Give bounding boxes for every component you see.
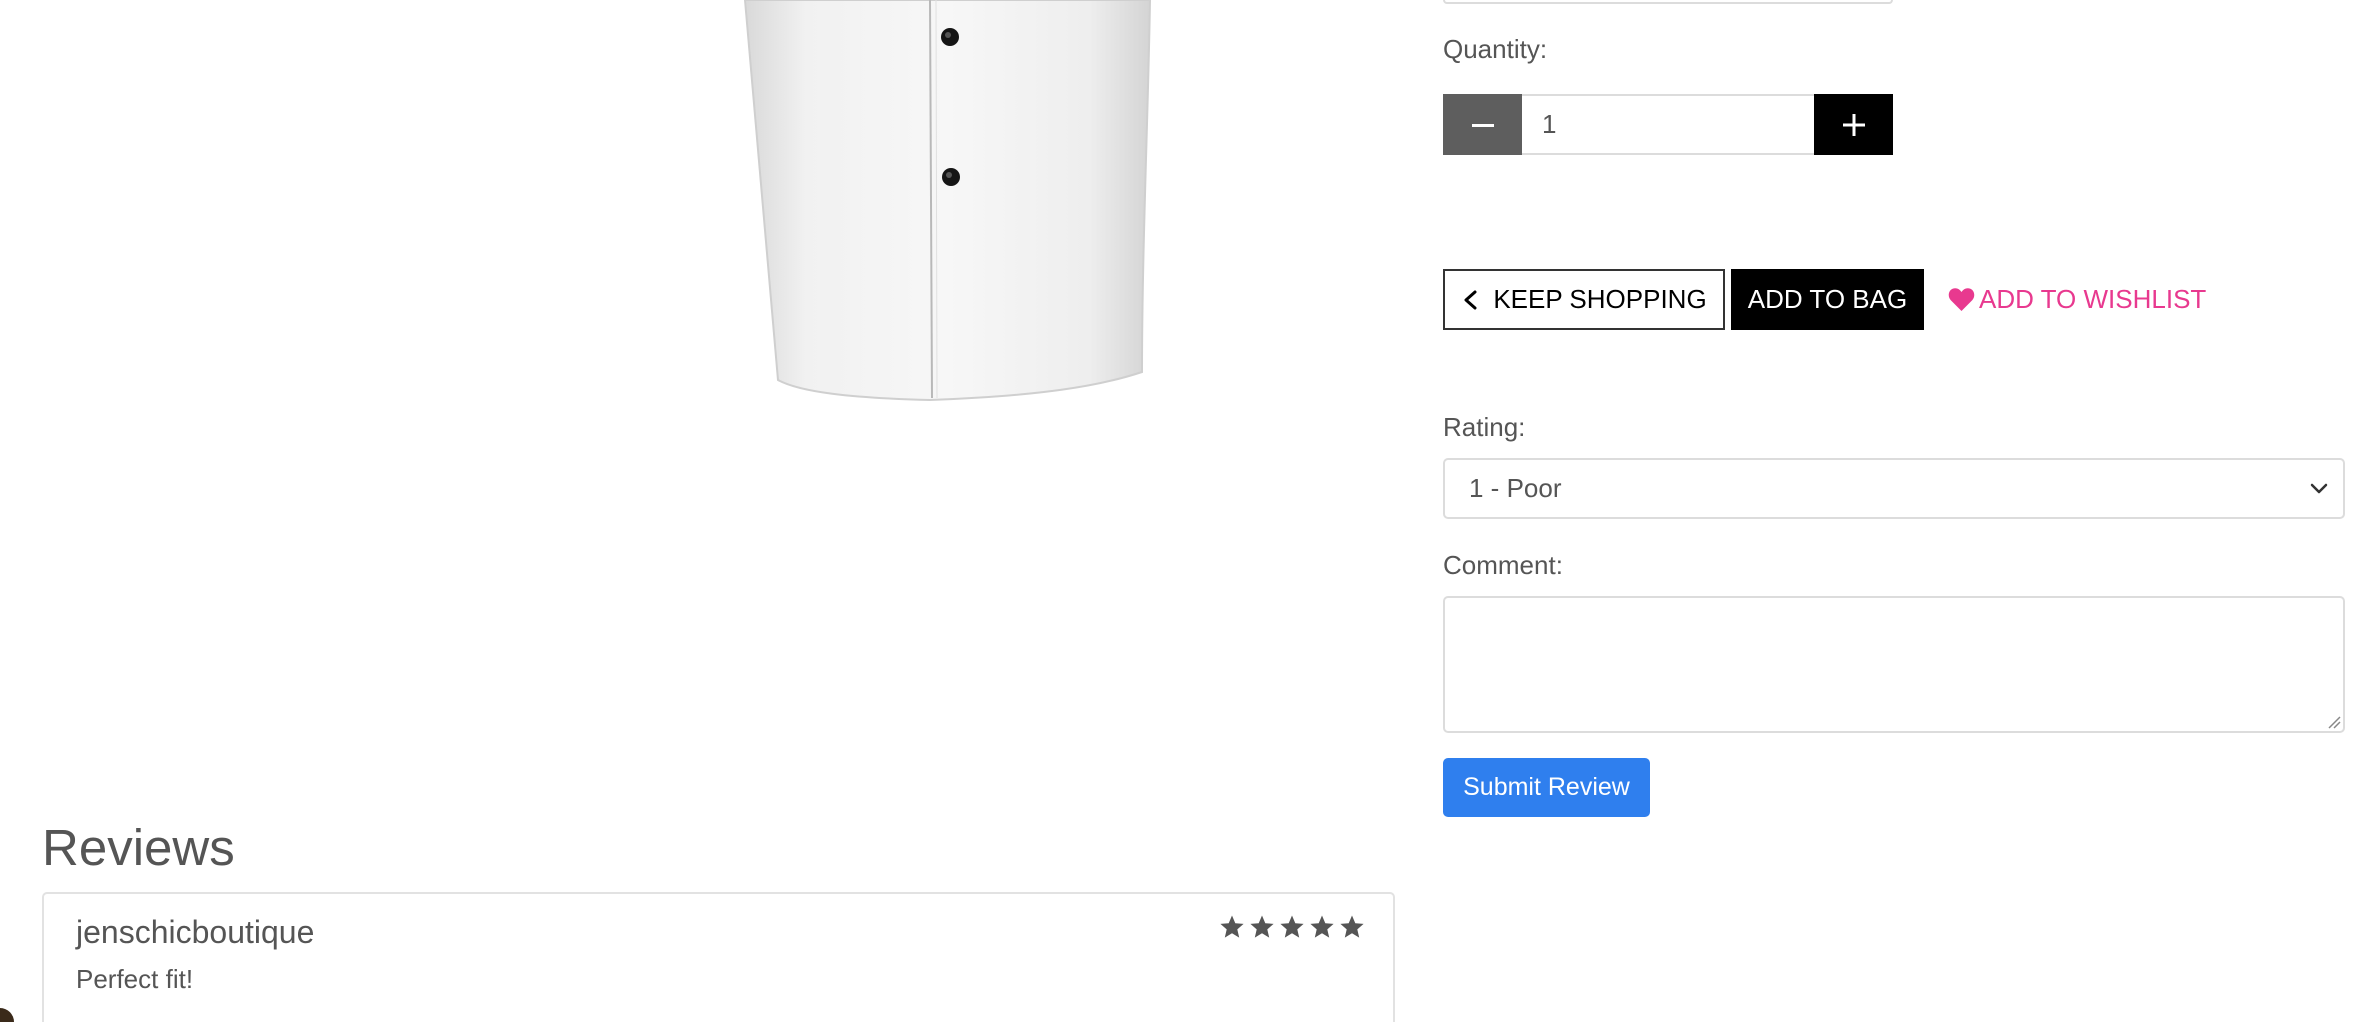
- rating-select[interactable]: 1 - Poor: [1443, 458, 2345, 519]
- resize-handle-icon[interactable]: [2327, 715, 2341, 729]
- window-corner: [0, 1008, 14, 1022]
- add-to-bag-button[interactable]: ADD TO BAG: [1731, 269, 1924, 330]
- size-select-remnant[interactable]: [1443, 0, 1893, 4]
- plus-icon: [1842, 113, 1865, 136]
- quantity-increment-button[interactable]: [1814, 94, 1893, 155]
- quantity-input[interactable]: [1522, 94, 1814, 155]
- comment-textarea[interactable]: [1443, 596, 2345, 733]
- review-stars: [1219, 914, 1365, 940]
- product-image: [740, 0, 1160, 410]
- chevron-left-icon: [1464, 290, 1477, 309]
- keep-shopping-button[interactable]: KEEP SHOPPING: [1443, 269, 1725, 330]
- star-icon: [1220, 915, 1244, 938]
- shirt-image: [743, 0, 1152, 402]
- wishlist-label: ADD TO WISHLIST: [1979, 284, 2207, 314]
- reviews-heading: Reviews: [42, 819, 235, 876]
- add-to-wishlist-link[interactable]: ADD TO WISHLIST: [1948, 284, 2206, 315]
- chevron-down-icon: [2310, 483, 2328, 493]
- review-card: jenschicboutique Perfect fit!: [42, 892, 1395, 1022]
- review-author: jenschicboutique: [76, 914, 315, 950]
- keep-shopping-label: KEEP SHOPPING: [1493, 284, 1707, 314]
- quantity-label: Quantity:: [1443, 34, 1548, 64]
- quantity-decrement-button[interactable]: [1443, 94, 1522, 155]
- minus-icon: [1471, 123, 1494, 127]
- submit-review-button[interactable]: Submit Review: [1443, 758, 1650, 817]
- quantity-stepper: [1443, 94, 1893, 155]
- review-text: Perfect fit!: [76, 964, 194, 994]
- star-icon: [1250, 915, 1274, 938]
- comment-label: Comment:: [1443, 550, 1563, 580]
- star-icon: [1280, 915, 1304, 938]
- rating-selected-value: 1 - Poor: [1469, 473, 1562, 503]
- star-icon: [1340, 915, 1364, 938]
- product-page: Quantity: KEEP SHOPPING ADD TO BAG: [0, 0, 2372, 1022]
- rating-label: Rating:: [1443, 412, 1526, 442]
- star-icon: [1310, 915, 1334, 938]
- product-actions: KEEP SHOPPING ADD TO BAG ADD TO WISHLIST: [1443, 269, 2206, 330]
- heart-icon: [1948, 288, 1975, 311]
